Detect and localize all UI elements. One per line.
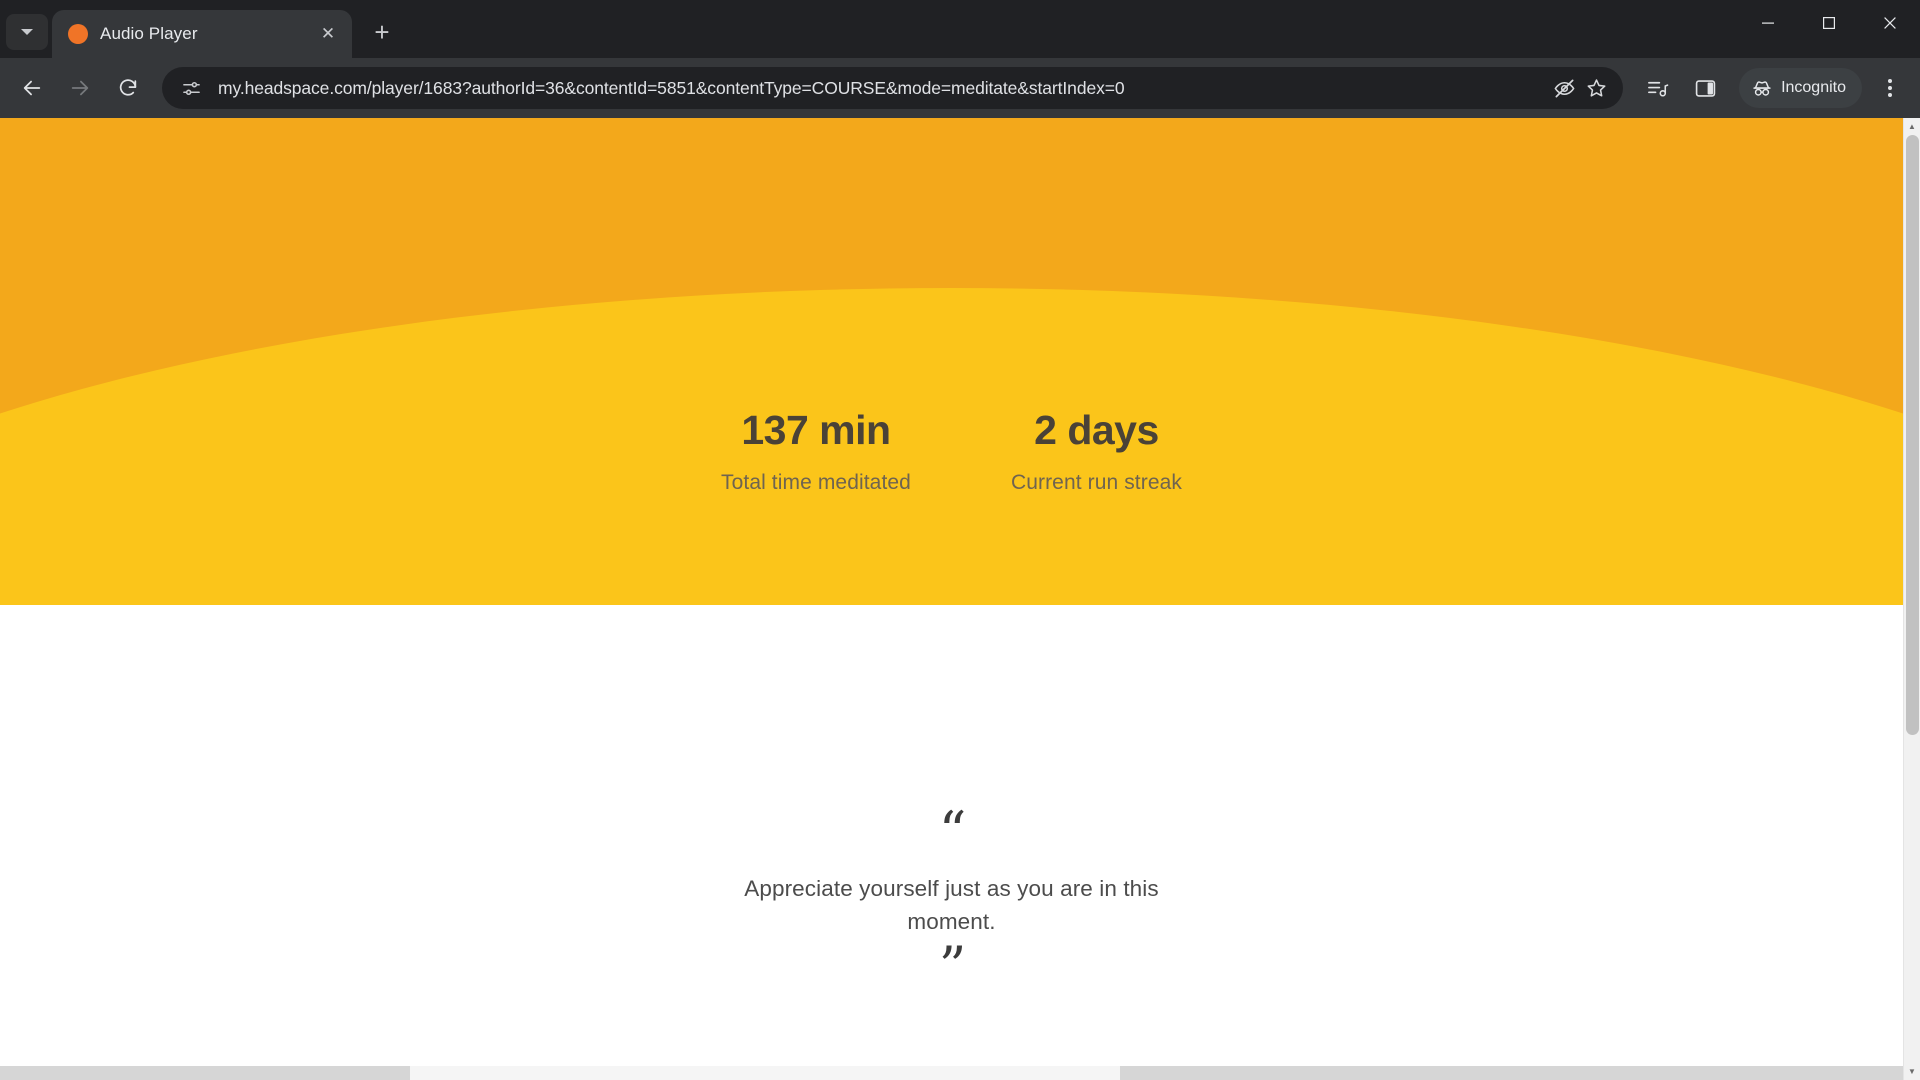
stat-run-streak: 2 days Current run streak [1010,407,1182,495]
chevron-down-icon [21,29,33,35]
tab-close-icon[interactable]: ✕ [314,20,342,48]
reload-button[interactable] [106,66,150,110]
scroll-down-arrow-icon[interactable]: ▼ [1904,1063,1920,1080]
stat-value: 2 days [1034,407,1159,453]
reading-list-icon [1647,81,1668,97]
menu-dot [1888,79,1892,83]
url-text[interactable]: my.headspace.com/player/1683?authorId=36… [218,78,1537,99]
eye-slash-icon[interactable] [1549,73,1579,103]
navigation-toolbar: my.headspace.com/player/1683?authorId=36… [0,58,1920,118]
incognito-hat-icon [1753,81,1771,96]
page-bottom-strip [0,1066,1903,1080]
incognito-indicator[interactable]: Incognito [1739,68,1862,108]
close-window-button[interactable] [1859,0,1920,46]
maximize-icon [1822,17,1835,30]
quote-section: “ Appreciate yourself just as you are in… [0,605,1903,1080]
browser-tab-audio-player[interactable]: Audio Player ✕ [52,10,352,58]
star-icon [1587,78,1606,97]
quote-close-mark: ” [938,935,967,999]
minimize-button[interactable] [1737,0,1798,46]
scrollbar-thumb[interactable] [1906,135,1919,735]
quote-open-mark: “ [938,800,967,863]
window-controls [1737,0,1920,58]
close-icon [1883,17,1896,29]
tab-strip: Audio Player ✕ + [0,0,1920,58]
forward-arrow-icon [71,80,89,96]
side-panel-icon [1695,79,1715,97]
browser-menu-button[interactable] [1870,68,1910,108]
stat-value: 137 min [741,407,891,453]
minimize-icon [1761,22,1774,24]
tab-title: Audio Player [100,24,198,43]
tab-favicon-icon [68,24,88,44]
omnibox-actions [1549,73,1611,103]
tab-search-button[interactable] [6,14,48,50]
page-viewport: 137 min Total time meditated 2 days Curr… [0,118,1920,1080]
browser-window: Audio Player ✕ + my.headspace.com/player… [0,0,1920,1080]
hero-banner: 137 min Total time meditated 2 days Curr… [0,118,1903,605]
tune-icon [182,81,200,95]
new-tab-button[interactable]: + [362,12,402,52]
reload-icon [119,79,137,96]
side-panel-button[interactable] [1683,66,1727,110]
stats-row: 137 min Total time meditated 2 days Curr… [0,407,1903,495]
bookmark-star-icon[interactable] [1581,73,1611,103]
tracking-protection-icon [1554,78,1575,98]
maximize-button[interactable] [1798,0,1859,46]
back-arrow-icon [23,80,41,96]
incognito-label: Incognito [1781,79,1846,96]
stat-label: Current run streak [1010,471,1182,495]
page-bottom-segment [410,1066,1120,1080]
stat-total-time: 137 min Total time meditated [721,407,911,495]
scroll-up-arrow-icon[interactable]: ▲ [1904,118,1920,135]
quote-text: Appreciate yourself just as you are in t… [744,875,1159,934]
back-button[interactable] [10,66,54,110]
menu-dot [1888,86,1892,90]
stat-label: Total time meditated [721,471,911,495]
reading-list-button[interactable] [1635,66,1679,110]
forward-button[interactable] [58,66,102,110]
page-scrollbar[interactable]: ▲ ▼ [1903,118,1920,1080]
headspace-session-complete-page: 137 min Total time meditated 2 days Curr… [0,118,1903,1080]
address-bar[interactable]: my.headspace.com/player/1683?authorId=36… [162,67,1624,109]
menu-dot [1888,93,1892,97]
site-settings-icon[interactable] [176,73,206,103]
